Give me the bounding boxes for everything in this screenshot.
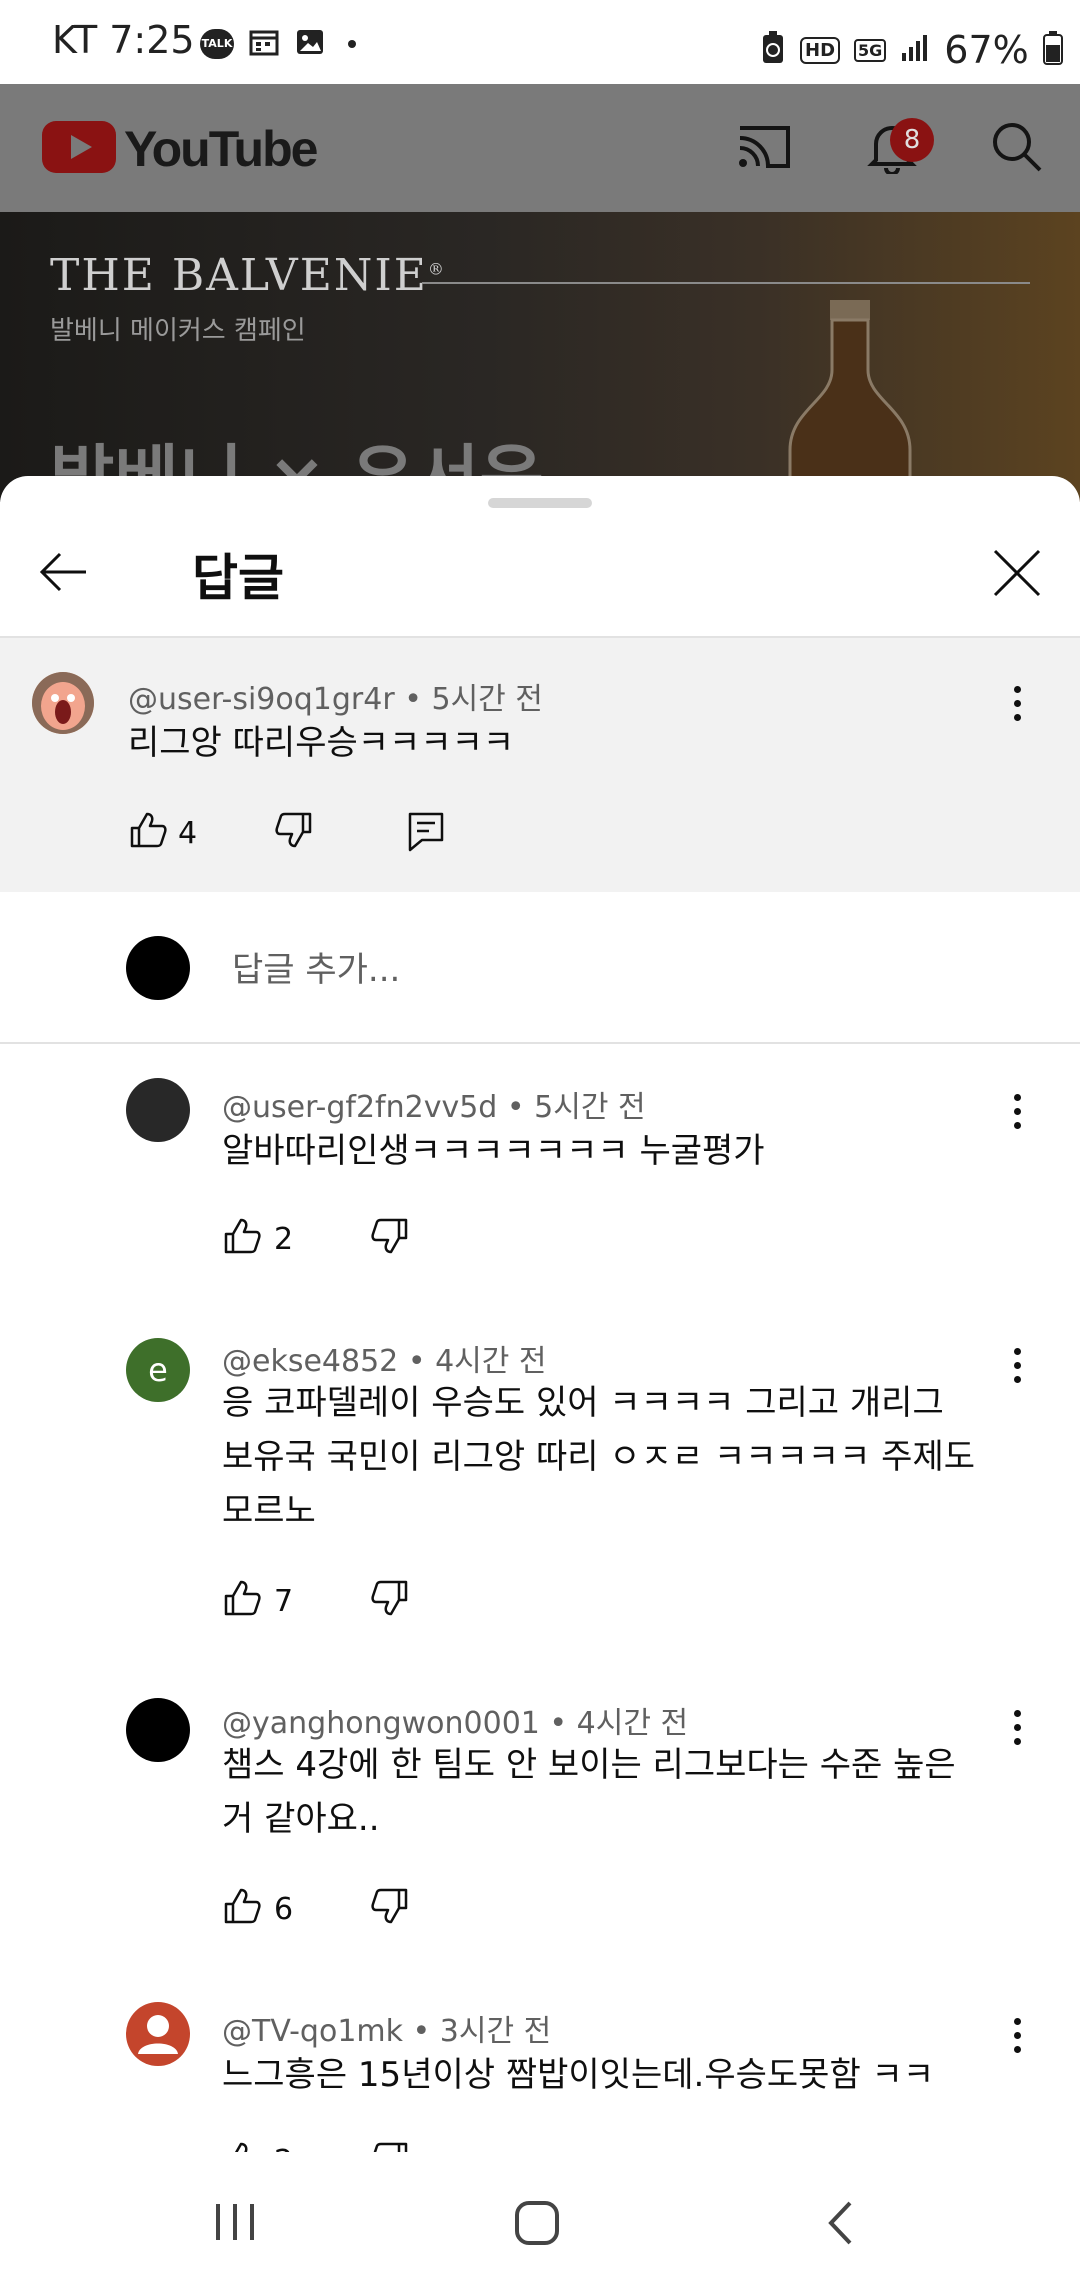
- recent-apps-icon[interactable]: [214, 2202, 256, 2246]
- notification-count-badge: 8: [890, 118, 934, 162]
- calendar-icon: [248, 26, 280, 62]
- hd-icon: HD: [800, 36, 841, 64]
- search-icon[interactable]: [990, 120, 1044, 178]
- avatar[interactable]: [126, 2002, 190, 2066]
- dot-icon: [348, 40, 356, 48]
- kakaotalk-icon: TALK: [200, 29, 234, 59]
- comment-meta: @TV-qo1mk • 3시간 전: [222, 2006, 551, 2050]
- list-item: @TV-qo1mk • 3시간 전 느그흥은 15년이상 짬밥이잇는데.우승도못…: [0, 476, 1080, 2152]
- like-count: 2: [274, 2144, 293, 2152]
- ad-banner: THE BALVENIE® 발베니 메이커스 캠페인 발베니 × 우서윤: [0, 212, 1080, 502]
- recycle-battery-icon: [760, 31, 786, 69]
- meta-separator: •: [412, 2014, 431, 2049]
- battery-icon: [1042, 31, 1063, 69]
- back-nav-icon[interactable]: [826, 2200, 856, 2250]
- banner-brand: THE BALVENIE®: [50, 250, 446, 301]
- home-icon[interactable]: [514, 2200, 560, 2250]
- comment-text: 느그흥은 15년이상 짬밥이잇는데.우승도못함 ㅋㅋ: [222, 2055, 935, 2095]
- comment-time: 3시간 전: [439, 2014, 552, 2049]
- whisky-bottle-image: [770, 300, 930, 502]
- youtube-wordmark: YouTube: [124, 121, 318, 177]
- status-bar: KT 7:25 TALK HD 5G 67%: [0, 0, 1080, 84]
- carrier-time: KT 7:25: [52, 18, 195, 62]
- system-nav-bar: [0, 2166, 1080, 2280]
- more-options-icon[interactable]: [1012, 2018, 1022, 2060]
- replies-sheet: 답글 @user-si9oq1gr4r • 5시간 전 리그앙 따리우승ㅋㅋㅋㅋ…: [0, 476, 1080, 2166]
- gallery-icon: [294, 26, 326, 62]
- signal-icon: [900, 33, 930, 67]
- youtube-play-icon: [42, 121, 116, 177]
- youtube-logo[interactable]: YouTube: [42, 120, 318, 178]
- comment-author[interactable]: @TV-qo1mk: [222, 2014, 403, 2049]
- like-icon[interactable]: [222, 2140, 262, 2152]
- youtube-header: YouTube 8: [0, 84, 1080, 212]
- dislike-icon[interactable]: [370, 2140, 410, 2152]
- cast-icon[interactable]: [736, 124, 792, 174]
- battery-percent: 67%: [944, 28, 1029, 72]
- banner-divider: [422, 282, 1030, 284]
- banner-subtitle: 발베니 메이커스 캠페인: [50, 316, 306, 346]
- 5g-icon: 5G: [854, 38, 887, 62]
